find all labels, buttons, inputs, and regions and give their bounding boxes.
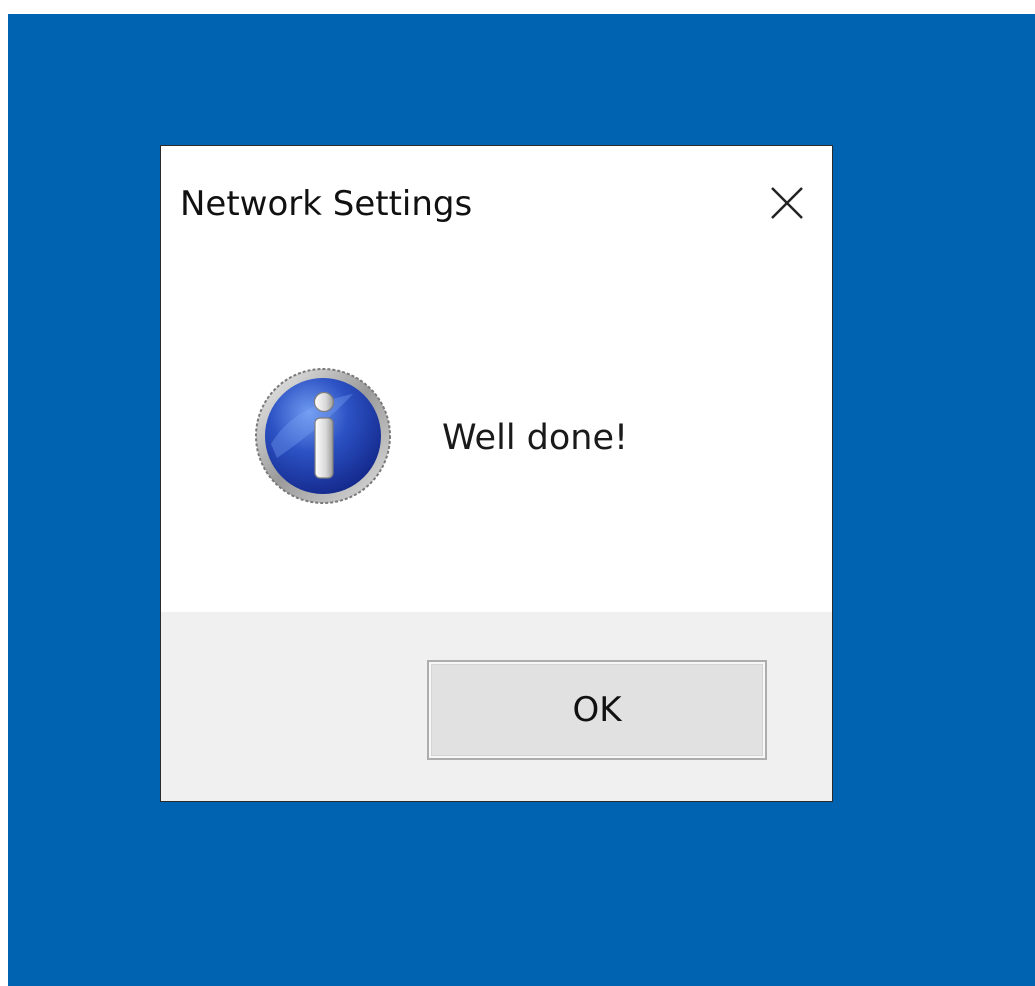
desktop-background: Network Settings Well done! OK bbox=[8, 14, 1035, 986]
dialog-title: Network Settings bbox=[180, 184, 473, 224]
title-bar[interactable]: Network Settings bbox=[161, 146, 832, 262]
dialog-content: Well done! bbox=[161, 262, 832, 612]
message-text: Well done! bbox=[442, 418, 629, 458]
close-button[interactable] bbox=[742, 146, 832, 262]
info-icon bbox=[255, 368, 391, 504]
close-icon bbox=[771, 187, 803, 219]
message-dialog: Network Settings Well done! OK bbox=[160, 145, 833, 802]
dialog-footer: OK bbox=[161, 612, 832, 801]
ok-button[interactable]: OK bbox=[427, 660, 767, 760]
